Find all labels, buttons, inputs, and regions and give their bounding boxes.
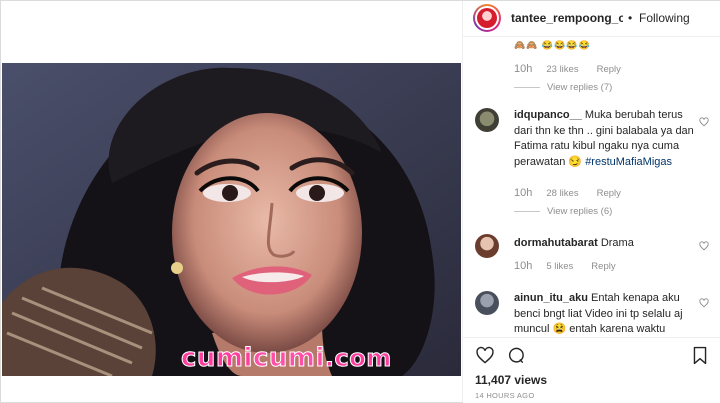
- comment-body: dormahutabarat Drama: [514, 236, 694, 252]
- comment-age[interactable]: 10h: [514, 260, 532, 272]
- commenter-avatar[interactable]: [475, 291, 499, 315]
- comment-bubble-icon[interactable]: [506, 346, 526, 370]
- reply-button[interactable]: Reply: [591, 261, 615, 272]
- author-username[interactable]: tantee_rempoong_offic: [511, 11, 623, 25]
- watermark-text-3: .com: [324, 344, 392, 373]
- reply-button[interactable]: Reply: [597, 188, 621, 199]
- comments-panel: tantee_rempoong_offic • Following 🙈🙈 😂😂😂…: [462, 1, 720, 403]
- post-video[interactable]: [2, 63, 461, 376]
- heart-outline-icon[interactable]: [475, 346, 495, 370]
- following-button[interactable]: Following: [639, 11, 690, 25]
- comment-meta: 10h 28 likes Reply: [514, 187, 621, 199]
- comment-likes[interactable]: 23 likes: [546, 64, 578, 75]
- commenter-username[interactable]: dormahutabarat: [514, 237, 598, 249]
- comment-hashtag[interactable]: #restuMafiaMigas: [585, 156, 672, 168]
- header-separator: •: [628, 11, 633, 25]
- post-timestamp[interactable]: 14 HOURS AGO: [475, 391, 534, 400]
- comment-age[interactable]: 10h: [514, 63, 532, 75]
- post-header: tantee_rempoong_offic • Following: [463, 1, 720, 37]
- commenter-avatar[interactable]: [475, 234, 499, 258]
- like-comment-icon[interactable]: [699, 298, 709, 308]
- watermark-text-1: cumi: [181, 343, 253, 374]
- commenter-avatar[interactable]: [475, 108, 499, 132]
- comment-meta: 10h 5 likes Reply: [514, 260, 616, 272]
- comment-text: Drama: [600, 237, 634, 249]
- view-count[interactable]: 11,407 views: [475, 373, 547, 387]
- author-avatar[interactable]: [473, 4, 501, 32]
- comment-likes[interactable]: 28 likes: [546, 188, 578, 199]
- commenter-username[interactable]: idqupanco__: [514, 109, 582, 121]
- reply-button[interactable]: Reply: [597, 64, 621, 75]
- comment-body: idqupanco__ Muka berubah terus dari thn …: [514, 108, 694, 170]
- view-replies-button[interactable]: View replies (7): [514, 82, 612, 93]
- post-actions: 11,407 views 14 HOURS AGO: [463, 337, 720, 403]
- video-watermark: cumicumi.com: [181, 343, 392, 374]
- comment-meta: 10h 23 likes Reply: [514, 63, 621, 75]
- view-replies-label: View replies (7): [547, 82, 613, 93]
- replies-divider: [514, 86, 540, 88]
- comment-age[interactable]: 10h: [514, 187, 532, 199]
- watermark-text-2: cumi: [252, 343, 325, 374]
- like-comment-icon[interactable]: [699, 241, 709, 251]
- instagram-post-window: cumicumi.com tantee_rempoong_offic • Fol…: [0, 0, 720, 403]
- like-comment-icon[interactable]: [699, 117, 709, 127]
- comment-emoji-preview: 🙈🙈 😂😂😂😂: [514, 40, 591, 50]
- commenter-username[interactable]: ainun_itu_aku: [514, 292, 588, 304]
- comment-body: ainun_itu_aku Entah kenapa aku benci bng…: [514, 291, 694, 338]
- view-replies-button[interactable]: View replies (6): [514, 206, 612, 217]
- comment-likes[interactable]: 5 likes: [546, 261, 573, 272]
- replies-divider: [514, 210, 540, 212]
- bookmark-icon[interactable]: [692, 346, 708, 370]
- view-replies-label: View replies (6): [547, 206, 613, 217]
- video-frame-image: [2, 63, 461, 376]
